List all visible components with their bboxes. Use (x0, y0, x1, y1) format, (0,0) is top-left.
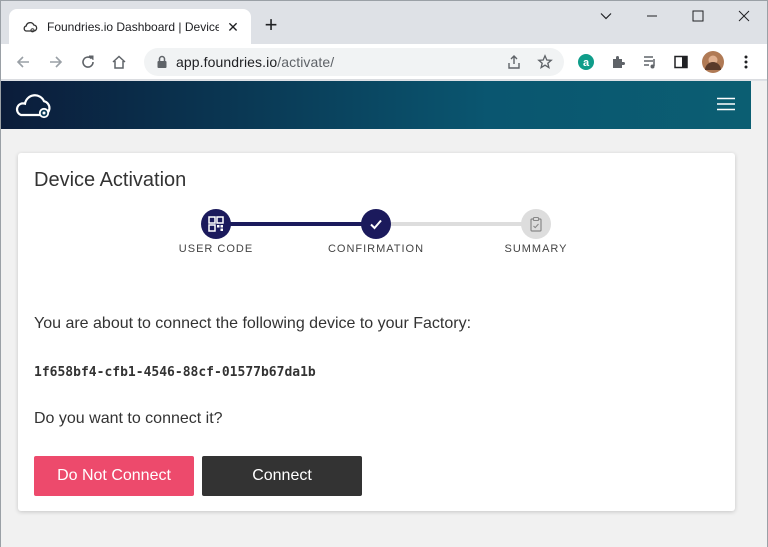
url-text: app.foundries.io/activate/ (176, 54, 334, 70)
more-vert-icon[interactable] (733, 49, 759, 75)
browser-window: Foundries.io Dashboard | Device ✕ + app.… (0, 0, 768, 547)
extension-a-icon[interactable]: a (573, 49, 599, 75)
tab-title: Foundries.io Dashboard | Device (47, 19, 219, 34)
window-close-icon[interactable] (721, 1, 767, 31)
puzzle-icon[interactable] (605, 49, 631, 75)
cloud-gear-icon[interactable] (13, 91, 57, 121)
intro-text: You are about to connect the following d… (34, 315, 472, 332)
step-summary (521, 209, 551, 239)
star-icon[interactable] (536, 53, 554, 71)
check-icon (370, 219, 382, 230)
url-path: /activate/ (277, 54, 335, 70)
browser-tab[interactable]: Foundries.io Dashboard | Device ✕ (9, 9, 251, 44)
share-icon[interactable] (505, 53, 523, 71)
maximize-icon[interactable] (675, 1, 721, 31)
step-user-code (201, 209, 231, 239)
svg-text:a: a (583, 57, 590, 69)
step-connector-2 (378, 222, 538, 226)
home-icon[interactable] (106, 49, 132, 75)
qr-code-icon (208, 216, 224, 232)
cloud-gear-icon (23, 21, 38, 32)
app-header (1, 81, 751, 129)
back-icon[interactable] (10, 49, 36, 75)
hamburger-icon[interactable] (717, 97, 735, 111)
chevron-down-icon[interactable] (583, 1, 629, 31)
card-title: Device Activation (34, 169, 187, 191)
address-bar[interactable]: app.foundries.io/activate/ (144, 48, 564, 76)
step-connector-1 (216, 222, 378, 226)
step-label-confirmation: CONFIRMATION (327, 243, 425, 255)
step-confirmation (361, 209, 391, 239)
sidepanel-icon[interactable] (668, 49, 694, 75)
device-activation-card: Device Activation USER CODE CONFIRMATION… (18, 153, 735, 511)
browser-toolbar: app.foundries.io/activate/ a (1, 44, 767, 80)
media-icon[interactable] (637, 49, 663, 75)
clipboard-icon (530, 216, 542, 232)
device-id: 1f658bf4-cfb1-4546-88cf-01577b67da1b (34, 365, 316, 380)
page-viewport: Device Activation USER CODE CONFIRMATION… (1, 81, 767, 547)
do-not-connect-button[interactable]: Do Not Connect (34, 456, 194, 496)
step-label-user-code: USER CODE (178, 243, 254, 255)
minimize-icon[interactable] (629, 1, 675, 31)
tab-strip: Foundries.io Dashboard | Device ✕ + (1, 1, 767, 44)
url-host: app.foundries.io (176, 54, 278, 70)
tab-close-icon[interactable]: ✕ (225, 19, 241, 35)
profile-avatar[interactable] (700, 49, 726, 75)
connect-button[interactable]: Connect (202, 456, 362, 496)
step-label-summary: SUMMARY (504, 243, 568, 255)
lock-icon[interactable] (156, 55, 168, 69)
confirm-question: Do you want to connect it? (34, 410, 223, 427)
reload-icon[interactable] (75, 49, 101, 75)
scrollbar[interactable] (751, 81, 767, 547)
forward-icon[interactable] (43, 49, 69, 75)
new-tab-icon[interactable]: + (259, 14, 283, 38)
activation-stepper: USER CODE CONFIRMATION SUMMARY (18, 207, 735, 267)
